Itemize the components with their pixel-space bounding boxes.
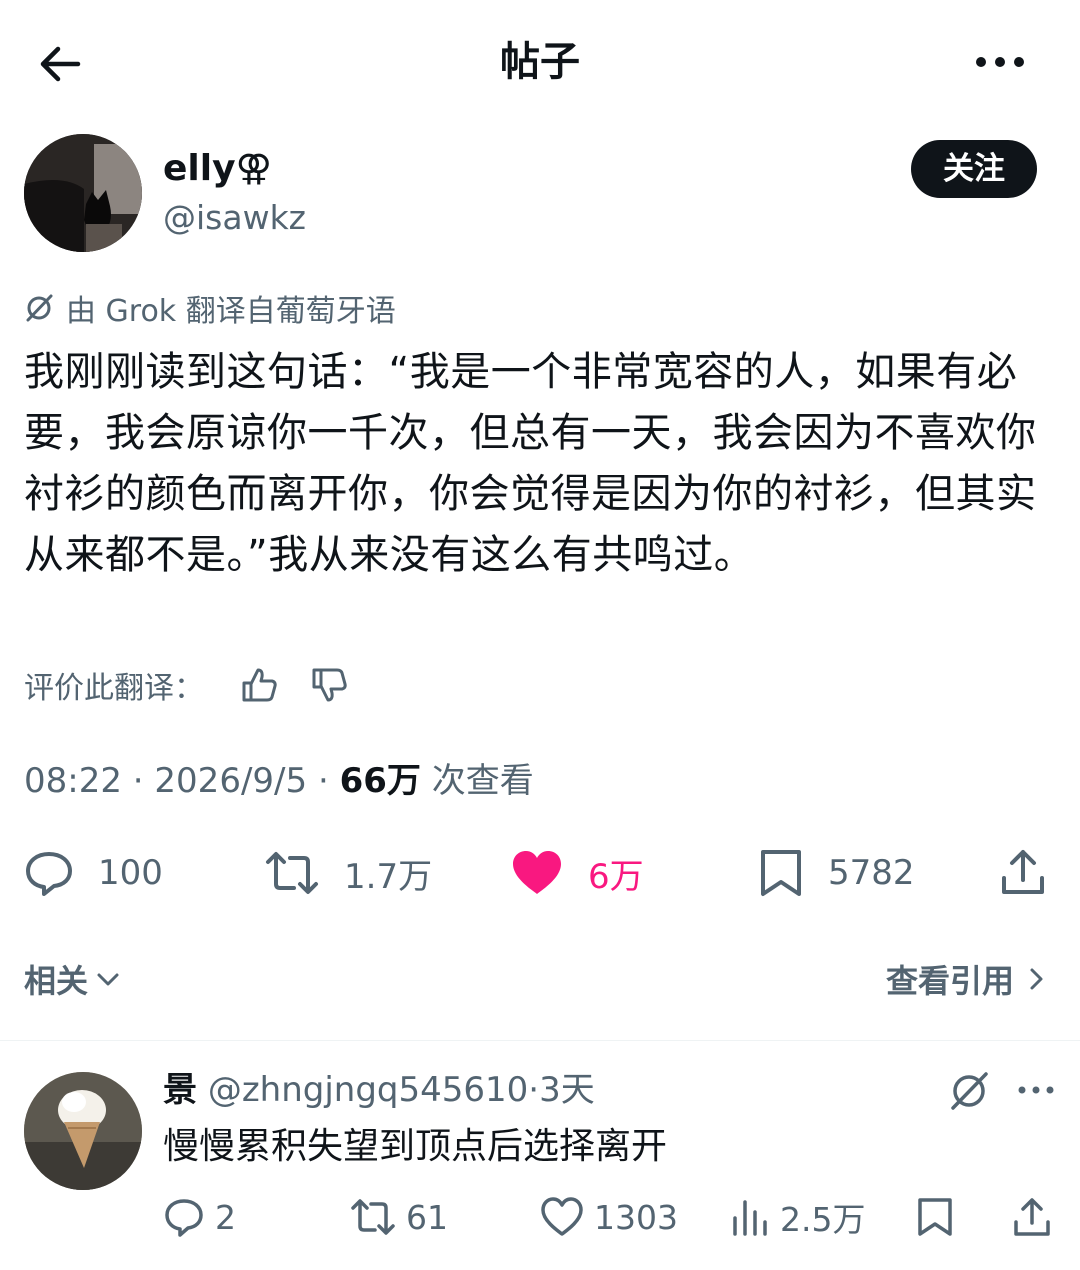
heart-filled-icon — [513, 851, 561, 894]
chevron-down-icon — [97, 973, 119, 986]
more-button[interactable] — [972, 46, 1028, 78]
post-text: 我刚刚读到这句话：“我是一个非常宽容的人，如果有必要，我会原谅你一千次，但总有一… — [24, 349, 1037, 578]
reply-button[interactable]: 100 — [24, 842, 163, 904]
share-icon — [1014, 1198, 1050, 1236]
reply-repost-button[interactable]: 61 — [350, 1192, 448, 1242]
reply-like-count: 1303 — [594, 1197, 678, 1237]
related-toggle[interactable]: 相关 — [24, 954, 122, 1004]
translation-note-text: 由 Grok 翻译自葡萄牙语 — [66, 294, 396, 329]
reply-bookmark-button[interactable] — [916, 1192, 964, 1242]
share-button[interactable] — [1000, 842, 1070, 904]
repost-button[interactable]: 1.7万 — [264, 842, 432, 904]
author-name[interactable]: elly⚢ — [163, 146, 272, 192]
avatar[interactable] — [24, 134, 142, 252]
like-button[interactable]: 6万 — [510, 842, 644, 904]
more-horizontal-icon — [1018, 1086, 1054, 1094]
meta-separator: · — [528, 1070, 540, 1110]
reply-count: 100 — [98, 853, 163, 893]
comment-icon — [26, 852, 72, 896]
divider — [0, 1040, 1080, 1041]
like-count: 6万 — [588, 856, 644, 897]
chevron-right-icon — [1030, 968, 1043, 990]
grok-icon — [26, 294, 53, 322]
grok-icon — [951, 1072, 988, 1110]
rate-translation-label: 评价此翻译： — [24, 671, 204, 706]
avatar-image — [24, 134, 142, 252]
reply-avatar[interactable] — [24, 1072, 142, 1190]
heart-icon — [541, 1197, 583, 1236]
follow-button[interactable]: 关注 — [911, 140, 1037, 198]
view-quotes-label: 查看引用 — [885, 962, 1014, 1000]
thumbs-up-icon — [242, 668, 277, 702]
view-label: 次查看 — [431, 761, 534, 801]
thumbs-down-button[interactable] — [310, 665, 350, 705]
reply-view-count: 2.5万 — [780, 1200, 866, 1239]
analytics-icon — [733, 1200, 767, 1236]
reply-header: 景 @zhngjngq545610·3天 — [163, 1066, 595, 1114]
view-quotes-link[interactable]: 查看引用 — [886, 954, 1048, 1004]
thumbs-down-icon — [312, 668, 347, 702]
reply-age: 3天 — [539, 1070, 595, 1110]
reply-reply-button[interactable]: 2 — [163, 1192, 236, 1242]
more-horizontal-icon — [976, 57, 1024, 67]
bookmark-icon — [761, 850, 801, 896]
reply-reply-count: 2 — [215, 1197, 236, 1237]
related-label: 相关 — [24, 962, 89, 1000]
bookmark-icon — [918, 1198, 952, 1236]
reply-repost-count: 61 — [406, 1197, 448, 1237]
view-count: 66万 — [339, 761, 421, 801]
rate-translation: 评价此翻译： — [24, 660, 350, 710]
page-title: 帖子 — [500, 39, 580, 85]
reply-avatar-image — [24, 1072, 142, 1190]
repost-count: 1.7万 — [344, 856, 433, 897]
thumbs-up-button[interactable] — [240, 665, 280, 705]
translation-note[interactable]: 由 Grok 翻译自葡萄牙语 — [24, 286, 396, 330]
reply-share-button[interactable] — [1012, 1192, 1062, 1242]
comment-icon — [165, 1199, 203, 1237]
reply-more-button[interactable] — [1016, 1078, 1056, 1102]
reply-text: 慢慢累积失望到顶点后选择离开 — [163, 1126, 668, 1167]
reply-views-button[interactable]: 2.5万 — [730, 1192, 865, 1242]
bookmark-button[interactable]: 5782 — [758, 842, 915, 904]
reply-like-button[interactable]: 1303 — [540, 1192, 678, 1242]
post-meta: 08:22 · 2026/9/5 · 66万 次查看 — [24, 756, 534, 806]
reply-translate-button[interactable] — [948, 1070, 990, 1112]
bookmark-count: 5782 — [828, 853, 915, 893]
repost-icon — [351, 1199, 395, 1235]
share-icon — [1002, 850, 1044, 894]
author-handle[interactable]: @isawkz — [163, 196, 306, 240]
reply-author-name[interactable]: 景 — [163, 1070, 197, 1110]
post-date: 2026/9/5 — [154, 761, 308, 801]
reply-author-handle[interactable]: @zhngjngq545610 — [208, 1070, 528, 1110]
meta-separator: · — [132, 761, 144, 801]
post-time: 08:22 — [24, 761, 122, 801]
meta-separator: · — [317, 761, 329, 801]
repost-icon — [266, 852, 318, 894]
